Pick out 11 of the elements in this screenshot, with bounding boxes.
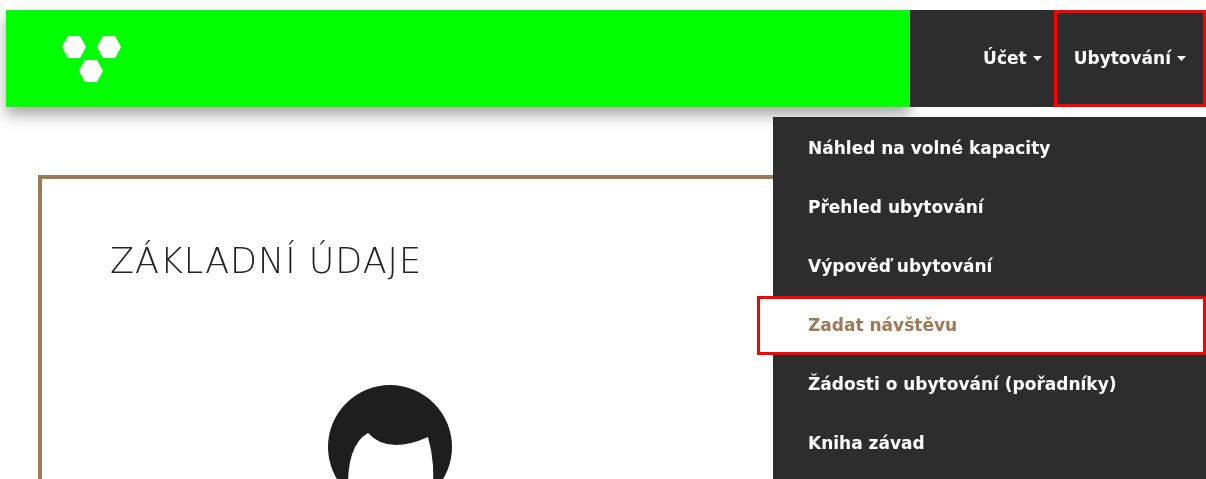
card-title: ZÁKLADNÍ ÚDAJE bbox=[110, 239, 423, 283]
dropdown-item[interactable]: Přehled ubytování bbox=[773, 178, 1206, 237]
dropdown-item[interactable]: Výpověď ubytování bbox=[773, 237, 1206, 296]
caret-icon bbox=[1032, 56, 1042, 61]
dropdown-item[interactable]: Zadat návštěvu bbox=[757, 296, 1206, 355]
caret-icon bbox=[1177, 56, 1186, 61]
dropdown-item[interactable]: Žádosti o ubytování (pořadníky) bbox=[773, 355, 1206, 414]
dropdown-item[interactable]: Kniha závad bbox=[773, 414, 1206, 473]
dropdown-item[interactable]: Náhled na volné kapacity bbox=[773, 119, 1206, 178]
nav-menu-button[interactable]: Ubytování bbox=[1053, 10, 1206, 107]
nav-menu-button[interactable]: Účet bbox=[971, 10, 1054, 107]
